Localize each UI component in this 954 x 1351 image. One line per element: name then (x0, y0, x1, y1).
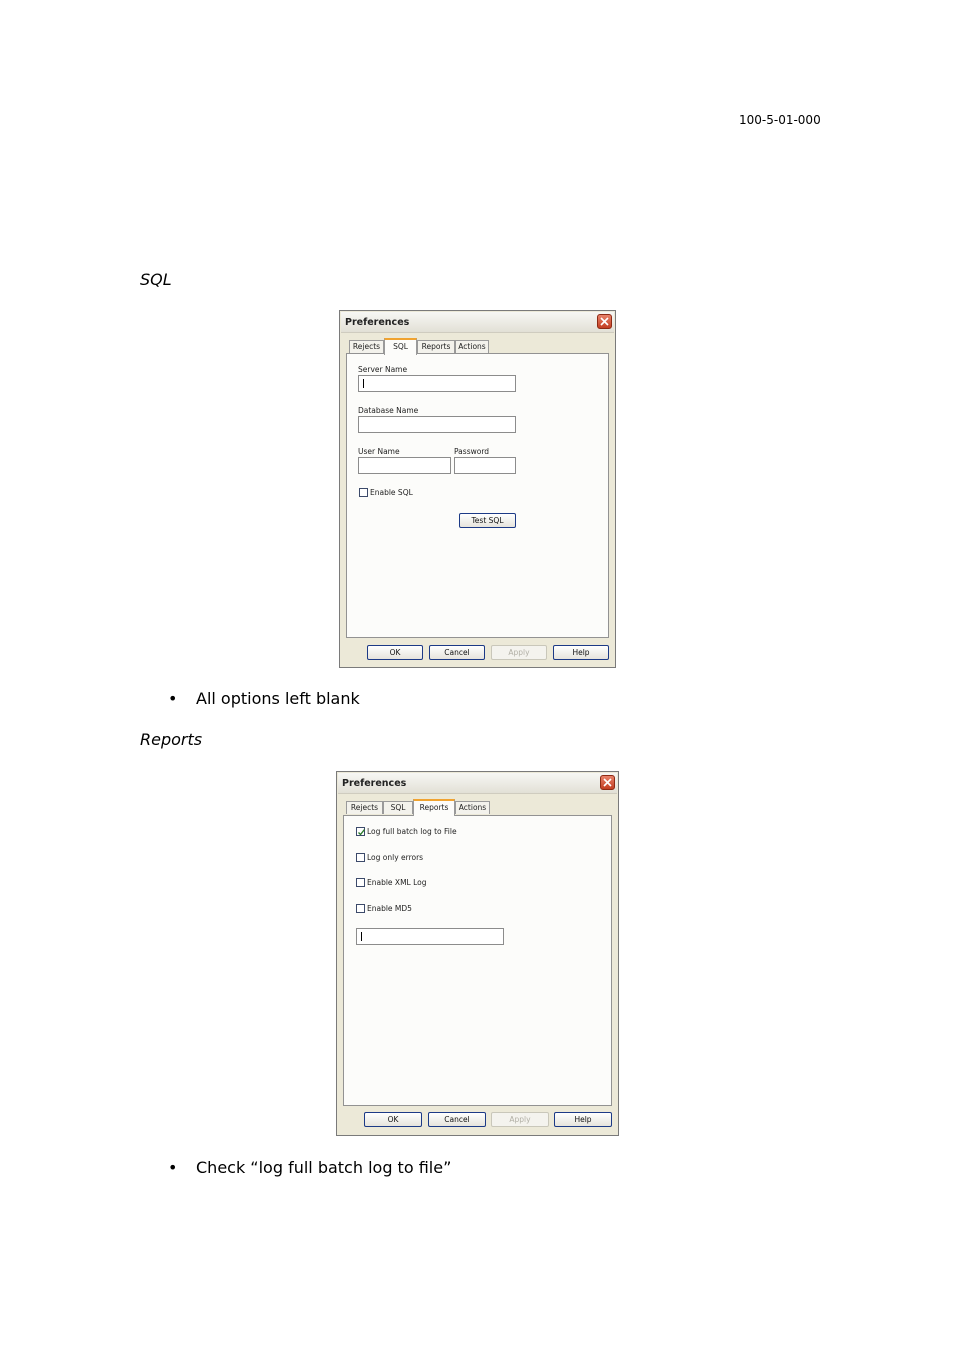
user-name-input[interactable] (358, 457, 451, 474)
bullet-dot: • (168, 1158, 178, 1177)
tab-reports[interactable]: Reports (413, 799, 455, 816)
cancel-button[interactable]: Cancel (428, 1112, 486, 1127)
preferences-dialog-reports: Preferences Rejects SQL Reports Actions … (336, 771, 619, 1136)
tab-sql[interactable]: SQL (384, 338, 417, 355)
tab-actions[interactable]: Actions (455, 340, 489, 353)
dialog-title: Preferences (345, 317, 410, 328)
close-button[interactable] (597, 314, 612, 329)
close-icon (603, 778, 612, 787)
server-name-label: Server Name (358, 365, 408, 374)
test-sql-button[interactable]: Test SQL (459, 513, 516, 528)
checkmark-icon (358, 829, 366, 836)
help-button[interactable]: Help (553, 645, 609, 660)
document-id: 100-5-01-000 (739, 113, 821, 127)
enable-md5-checkbox[interactable] (356, 904, 365, 913)
password-input[interactable] (454, 457, 516, 474)
title-bar[interactable]: Preferences (338, 773, 617, 794)
sql-panel: Server Name Database Name User Name Pass… (346, 353, 609, 638)
bullet-text: Check “log full batch log to file” (196, 1158, 452, 1177)
tab-sql[interactable]: SQL (383, 801, 413, 814)
log-only-errors-checkbox[interactable] (356, 853, 365, 862)
help-button[interactable]: Help (554, 1112, 612, 1127)
title-bar[interactable]: Preferences (341, 312, 614, 333)
close-button[interactable] (600, 775, 615, 790)
enable-md5-label: Enable MD5 (367, 904, 412, 913)
bullet-dot: • (168, 689, 178, 708)
section-heading-sql: SQL (140, 270, 172, 289)
dialog-title: Preferences (342, 778, 407, 789)
reports-panel: Log full batch log to File Log only erro… (343, 815, 612, 1106)
preferences-dialog-sql: Preferences Rejects SQL Reports Actions … (339, 310, 616, 668)
server-name-input[interactable] (358, 375, 516, 392)
apply-button[interactable]: Apply (491, 645, 547, 660)
cancel-button[interactable]: Cancel (429, 645, 485, 660)
tab-actions[interactable]: Actions (455, 801, 490, 814)
enable-xml-log-label: Enable XML Log (367, 878, 427, 887)
section-heading-reports: Reports (140, 730, 203, 749)
tab-rejects[interactable]: Rejects (349, 340, 384, 353)
close-icon (600, 317, 609, 326)
enable-sql-checkbox[interactable] (359, 488, 368, 497)
tab-rejects[interactable]: Rejects (346, 801, 383, 814)
enable-xml-log-checkbox[interactable] (356, 878, 365, 887)
ok-button[interactable]: OK (367, 645, 423, 660)
text-caret (363, 379, 364, 388)
bullet-item-reports: • Check “log full batch log to file” (168, 1158, 451, 1177)
bullet-text: All options left blank (196, 689, 360, 708)
text-caret (361, 932, 362, 941)
user-name-label: User Name (358, 447, 400, 456)
database-name-input[interactable] (358, 416, 516, 433)
ok-button[interactable]: OK (364, 1112, 422, 1127)
password-label: Password (454, 447, 490, 456)
log-full-batch-label: Log full batch log to File (367, 827, 457, 836)
md5-path-input[interactable] (356, 928, 504, 945)
enable-sql-label: Enable SQL (370, 488, 413, 497)
log-full-batch-checkbox[interactable] (356, 827, 366, 836)
tab-reports[interactable]: Reports (417, 340, 455, 353)
bullet-item-sql: • All options left blank (168, 689, 360, 708)
database-name-label: Database Name (358, 406, 419, 415)
log-only-errors-label: Log only errors (367, 853, 424, 862)
apply-button[interactable]: Apply (491, 1112, 549, 1127)
